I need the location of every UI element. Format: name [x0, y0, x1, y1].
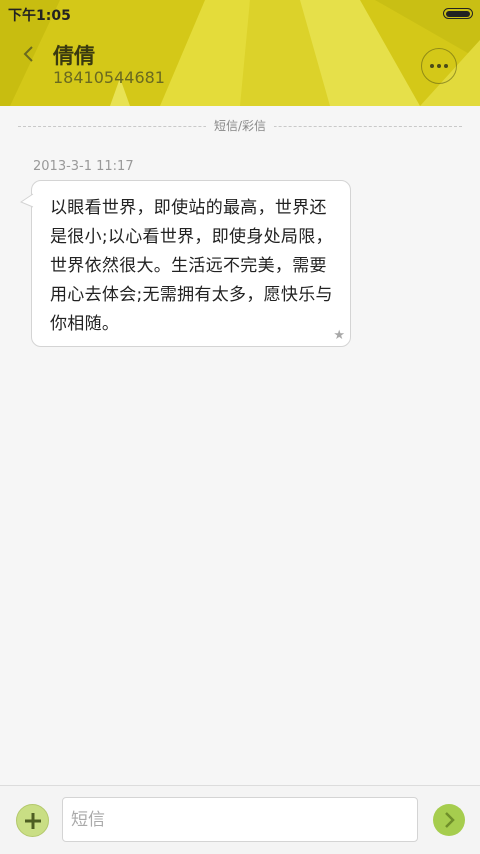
message-timestamp: 2013-3-1 11:17: [33, 159, 134, 174]
composer-bar: [0, 785, 480, 854]
contact-phone-number: 18410544681: [53, 68, 165, 87]
status-time: 下午1:05: [8, 8, 71, 24]
battery-icon: [443, 8, 473, 19]
chevron-left-icon: [23, 46, 33, 62]
message-input[interactable]: [62, 797, 418, 842]
divider-label: 短信/彩信: [205, 117, 275, 134]
message-type-divider: 短信/彩信: [18, 117, 462, 135]
bubble-tail: [20, 193, 34, 208]
more-options-button[interactable]: [421, 48, 457, 84]
add-attachment-button[interactable]: [16, 804, 49, 837]
send-button[interactable]: [433, 804, 465, 836]
star-icon: ★: [333, 328, 345, 343]
plus-icon: [25, 813, 41, 829]
conversation-header: 下午1:05 倩倩 18410544681: [0, 0, 480, 106]
send-arrow-icon: [445, 812, 455, 828]
back-button[interactable]: [16, 40, 44, 68]
message-bubble[interactable]: 以眼看世界，即使站的最高，世界还是很小;以心看世界，即使身处局限，世界依然很大。…: [20, 180, 351, 347]
message-text: 以眼看世界，即使站的最高，世界还是很小;以心看世界，即使身处局限，世界依然很大。…: [50, 198, 333, 334]
contact-name: 倩倩: [53, 44, 95, 68]
more-dots-icon: [430, 64, 434, 68]
